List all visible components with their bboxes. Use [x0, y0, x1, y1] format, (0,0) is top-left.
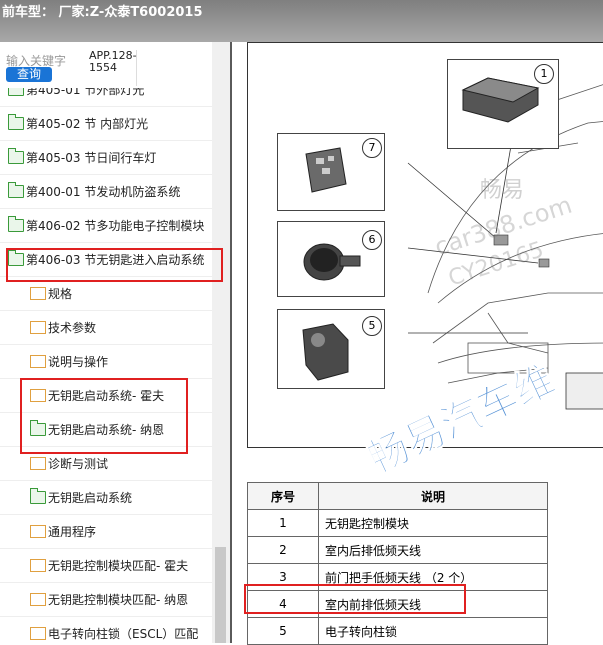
parts-diagram: 1 7 6 5	[247, 42, 603, 448]
legend-number: 2	[247, 536, 319, 564]
tree-item[interactable]: 无钥匙启动系统	[0, 480, 212, 515]
folder-icon	[30, 488, 46, 504]
tree-item[interactable]: 第405-02 节 内部灯光	[0, 106, 212, 141]
legend-number: 5	[247, 617, 319, 645]
callout-key-fob: 7	[277, 133, 385, 211]
window-title: 前车型： 厂家:Z-众泰T6002015	[2, 5, 203, 20]
tree-item-label: 无钥匙控制模块匹配- 纳恩	[48, 593, 189, 607]
tree-item-label: 第405-02 节 内部灯光	[26, 117, 149, 131]
legend-header-number: 序号	[247, 482, 319, 510]
table-row: 5 电子转向柱锁	[247, 617, 548, 645]
tree-item[interactable]: 第405-01 节外部灯光	[0, 88, 212, 107]
tree-item-label: 第405-03 节日间行车灯	[26, 151, 157, 165]
tree-item[interactable]: 第400-01 节发动机防盗系统	[0, 174, 212, 209]
folder-icon	[8, 148, 24, 164]
tree-item[interactable]: 电子转向柱锁（ESCL）匹配	[0, 616, 212, 643]
document-icon	[30, 593, 46, 606]
tree-item[interactable]: 无钥匙控制模块匹配- 霍夫	[0, 548, 212, 583]
document-icon	[30, 525, 46, 538]
tree-item-label: 诊断与测试	[48, 457, 109, 471]
table-row: 1 无钥匙控制模块	[247, 509, 548, 537]
callout-number-5: 5	[362, 316, 382, 336]
tree-item[interactable]: 通用程序	[0, 514, 212, 549]
callout-steering-lock: 5	[277, 309, 385, 389]
legend-description: 电子转向柱锁	[318, 617, 548, 645]
tree-item[interactable]: 说明与操作	[0, 344, 212, 379]
tree-view: 第405-01 节外部灯光第405-02 节 内部灯光 第405-03 节日间行车…	[0, 88, 212, 643]
tree-item-label: 第400-01 节发动机防盗系统	[26, 185, 181, 199]
tree-item-label: 无钥匙启动系统	[48, 491, 133, 505]
highlight-box-section	[6, 248, 223, 282]
highlight-box-items	[20, 378, 188, 454]
callout-lf-antenna: 6	[277, 221, 385, 297]
tree-item-label: 说明与操作	[48, 355, 109, 369]
tree-item[interactable]: 第406-02 节多功能电子控制模块	[0, 208, 212, 243]
tree-item[interactable]: 技术参数	[0, 310, 212, 345]
legend-description: 室内后排低频天线	[318, 536, 548, 564]
tree-item[interactable]: 无钥匙控制模块匹配- 纳恩	[0, 582, 212, 617]
tree-item-label: 规格	[48, 287, 73, 301]
search-bar: 输入关键字 查询 APP.128-1554	[0, 42, 212, 88]
table-row: 2 室内后排低频天线	[247, 536, 548, 564]
callout-number-1: 1	[534, 64, 554, 84]
legend-header-description: 说明	[318, 482, 548, 510]
sidebar-scroll-thumb[interactable]	[215, 547, 226, 643]
document-icon	[30, 321, 46, 334]
tree-item[interactable]: 第405-03 节日间行车灯	[0, 140, 212, 175]
callout-number-6: 6	[362, 230, 382, 250]
tree-item-label: 技术参数	[48, 321, 97, 335]
folder-icon	[8, 114, 24, 130]
app-version: APP.128-1554	[89, 49, 137, 74]
tree-item-label: 电子转向柱锁（ESCL）匹配	[48, 627, 199, 641]
folder-icon	[8, 182, 24, 198]
legend-description: 无钥匙控制模块	[318, 509, 548, 537]
callout-control-module: 1	[447, 59, 559, 149]
document-icon	[30, 355, 46, 368]
tree-item-label: 通用程序	[48, 525, 97, 539]
document-icon	[30, 287, 46, 300]
tree-item-label: 无钥匙控制模块匹配- 霍夫	[48, 559, 189, 573]
folder-icon	[8, 216, 24, 232]
tree-item-label: 第405-01 节外部灯光	[26, 88, 145, 97]
document-icon	[30, 457, 46, 470]
document-icon	[30, 627, 46, 640]
sidebar: 输入关键字 查询 APP.128-1554 第405-01 节外部灯光 第405-…	[0, 42, 230, 643]
legend-table: 序号 说明 1 无钥匙控制模块 2 室内后排低频天线 3 前门把手低频天线 （2 个） 4 室…	[247, 482, 548, 645]
folder-icon	[8, 88, 24, 96]
title-bar: 前车型： 厂家:Z-众泰T6002015	[0, 0, 603, 42]
document-viewer: 1 7 6 5 序号 说明 1 无钥匙控制模块 2 室内后排低频天线 3 前门把…	[230, 42, 603, 645]
tree-item-label: 第406-02 节多功能电子控制模块	[26, 219, 205, 233]
legend-number: 1	[247, 509, 319, 537]
document-icon	[30, 559, 46, 572]
callout-number-7: 7	[362, 138, 382, 158]
search-button[interactable]: 查询	[6, 67, 52, 82]
highlight-box-legend-row	[244, 584, 466, 614]
